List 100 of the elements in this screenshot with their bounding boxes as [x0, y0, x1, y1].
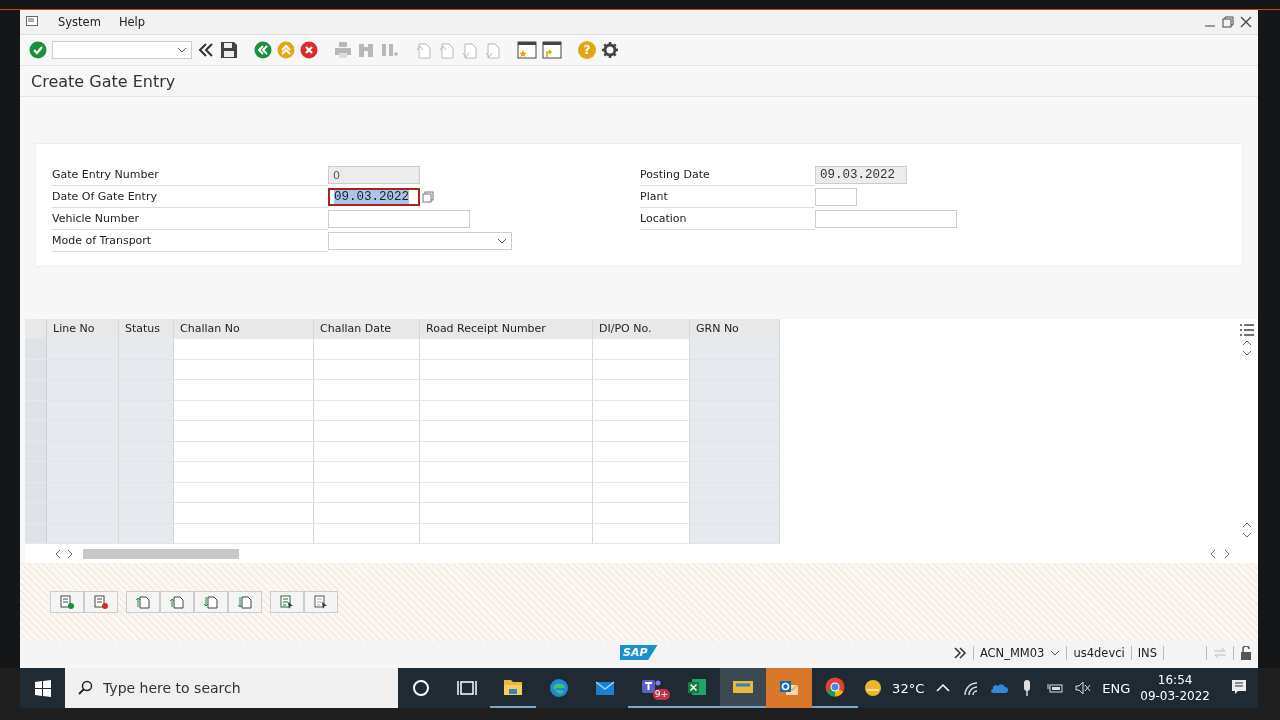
table-cell[interactable] — [314, 400, 420, 421]
row-selector[interactable] — [25, 421, 47, 442]
table-cell[interactable] — [593, 400, 690, 421]
printer-icon[interactable] — [334, 41, 352, 59]
transaction-code[interactable]: ACN_MM03 — [979, 645, 1045, 660]
table-cell[interactable] — [314, 359, 420, 380]
table-cell[interactable] — [593, 421, 690, 442]
table-cell[interactable] — [314, 503, 420, 524]
table-cell[interactable] — [593, 380, 690, 401]
enter-icon[interactable] — [29, 41, 47, 59]
first-page-button[interactable] — [126, 591, 160, 613]
column-header[interactable]: Challan No — [174, 319, 314, 339]
windows-logo-icon[interactable] — [33, 679, 52, 697]
table-cell[interactable] — [420, 441, 593, 462]
speaker-muted-icon[interactable] — [1074, 679, 1093, 697]
clock[interactable]: 16:54 09-03-2022 — [1140, 672, 1210, 704]
menu-item[interactable]: System — [58, 15, 101, 29]
double-chevron-icon[interactable] — [952, 646, 967, 659]
table-cell[interactable] — [420, 380, 593, 401]
table-cell[interactable] — [593, 482, 690, 503]
table-cell[interactable] — [174, 462, 314, 483]
row-selector[interactable] — [25, 523, 47, 544]
table-cell[interactable] — [420, 462, 593, 483]
column-header[interactable]: DI/PO No. — [593, 319, 690, 339]
menu-item[interactable]: Help — [118, 15, 146, 29]
row-selector[interactable] — [25, 380, 47, 401]
input-field[interactable] — [328, 210, 470, 228]
row-selector[interactable] — [25, 359, 47, 380]
gear-icon[interactable] — [601, 41, 619, 59]
search-field[interactable]: Type here to search — [65, 668, 398, 708]
input-language[interactable]: ENG — [1102, 680, 1131, 696]
table-cell[interactable] — [593, 523, 690, 544]
table-cell[interactable] — [174, 380, 314, 401]
previous-page-button[interactable] — [160, 591, 194, 613]
scroll-down-icon[interactable] — [1242, 349, 1252, 357]
row-selector[interactable] — [25, 339, 47, 360]
table-cell[interactable] — [593, 441, 690, 462]
double-chevron-icon[interactable] — [197, 41, 215, 59]
scroll-up-icon[interactable] — [1242, 521, 1252, 529]
input-field[interactable] — [815, 210, 957, 228]
table-cell[interactable] — [174, 441, 314, 462]
table-cell[interactable] — [314, 339, 420, 360]
table-corner[interactable] — [25, 319, 47, 339]
cancel-icon[interactable] — [300, 41, 318, 59]
back-icon[interactable] — [254, 41, 272, 59]
column-header[interactable]: Line No — [47, 319, 119, 339]
first-page-icon[interactable] — [414, 41, 432, 59]
last-page-icon[interactable] — [483, 41, 501, 59]
table-cell[interactable] — [174, 359, 314, 380]
table-cell[interactable] — [314, 421, 420, 442]
close-icon[interactable] — [1240, 16, 1252, 28]
table-cell[interactable] — [593, 462, 690, 483]
row-selector[interactable] — [25, 400, 47, 421]
exit-icon[interactable] — [277, 41, 295, 59]
table-cell[interactable] — [314, 523, 420, 544]
row-selector[interactable] — [25, 462, 47, 483]
save-icon[interactable] — [220, 41, 238, 59]
column-header[interactable]: Status — [119, 319, 174, 339]
scroll-right-icon[interactable] — [67, 549, 73, 559]
table-cell[interactable] — [314, 462, 420, 483]
next-page-icon[interactable] — [460, 41, 478, 59]
table-cell[interactable] — [593, 359, 690, 380]
table-cell[interactable] — [174, 482, 314, 503]
table-cell[interactable] — [174, 421, 314, 442]
next-page-button[interactable] — [194, 591, 228, 613]
transfer-icon[interactable] — [1213, 646, 1227, 659]
input-field[interactable] — [815, 188, 857, 206]
scroll-down-icon[interactable] — [1242, 531, 1252, 539]
scroll-left-icon[interactable] — [55, 549, 61, 559]
scrollbar-thumb[interactable] — [83, 549, 239, 559]
table-cell[interactable] — [174, 503, 314, 524]
table-cell[interactable] — [174, 400, 314, 421]
select-all-button[interactable] — [270, 591, 304, 613]
last-page-button[interactable] — [228, 591, 262, 613]
date-field[interactable]: 09.03.2022 — [328, 188, 420, 206]
temperature[interactable]: 32°C — [892, 680, 925, 696]
table-cell[interactable] — [593, 339, 690, 360]
table-cell[interactable] — [420, 482, 593, 503]
weather-sun-icon[interactable] — [864, 679, 883, 697]
taskbar-app-button[interactable]: 9+ — [628, 668, 674, 708]
notification-icon[interactable] — [1230, 677, 1248, 696]
scroll-right-icon[interactable] — [1224, 549, 1230, 559]
table-cell[interactable] — [314, 441, 420, 462]
table-cell[interactable] — [174, 339, 314, 360]
deselect-all-button[interactable] — [304, 591, 338, 613]
table-cell[interactable] — [420, 523, 593, 544]
table-cell[interactable] — [420, 400, 593, 421]
scroll-left-icon[interactable] — [1210, 549, 1216, 559]
dropdown-field[interactable] — [328, 232, 512, 250]
column-header[interactable]: GRN No — [690, 319, 780, 339]
column-header[interactable]: Road Receipt Number — [420, 319, 593, 339]
padlock-icon[interactable] — [1240, 645, 1252, 660]
column-list-icon[interactable] — [1239, 323, 1255, 337]
menu-icon[interactable] — [26, 16, 40, 28]
table-cell[interactable] — [174, 523, 314, 544]
table-cell[interactable] — [420, 359, 593, 380]
table-cell[interactable] — [314, 482, 420, 503]
row-selector[interactable] — [25, 503, 47, 524]
row-selector[interactable] — [25, 441, 47, 462]
table-cell[interactable] — [420, 339, 593, 360]
